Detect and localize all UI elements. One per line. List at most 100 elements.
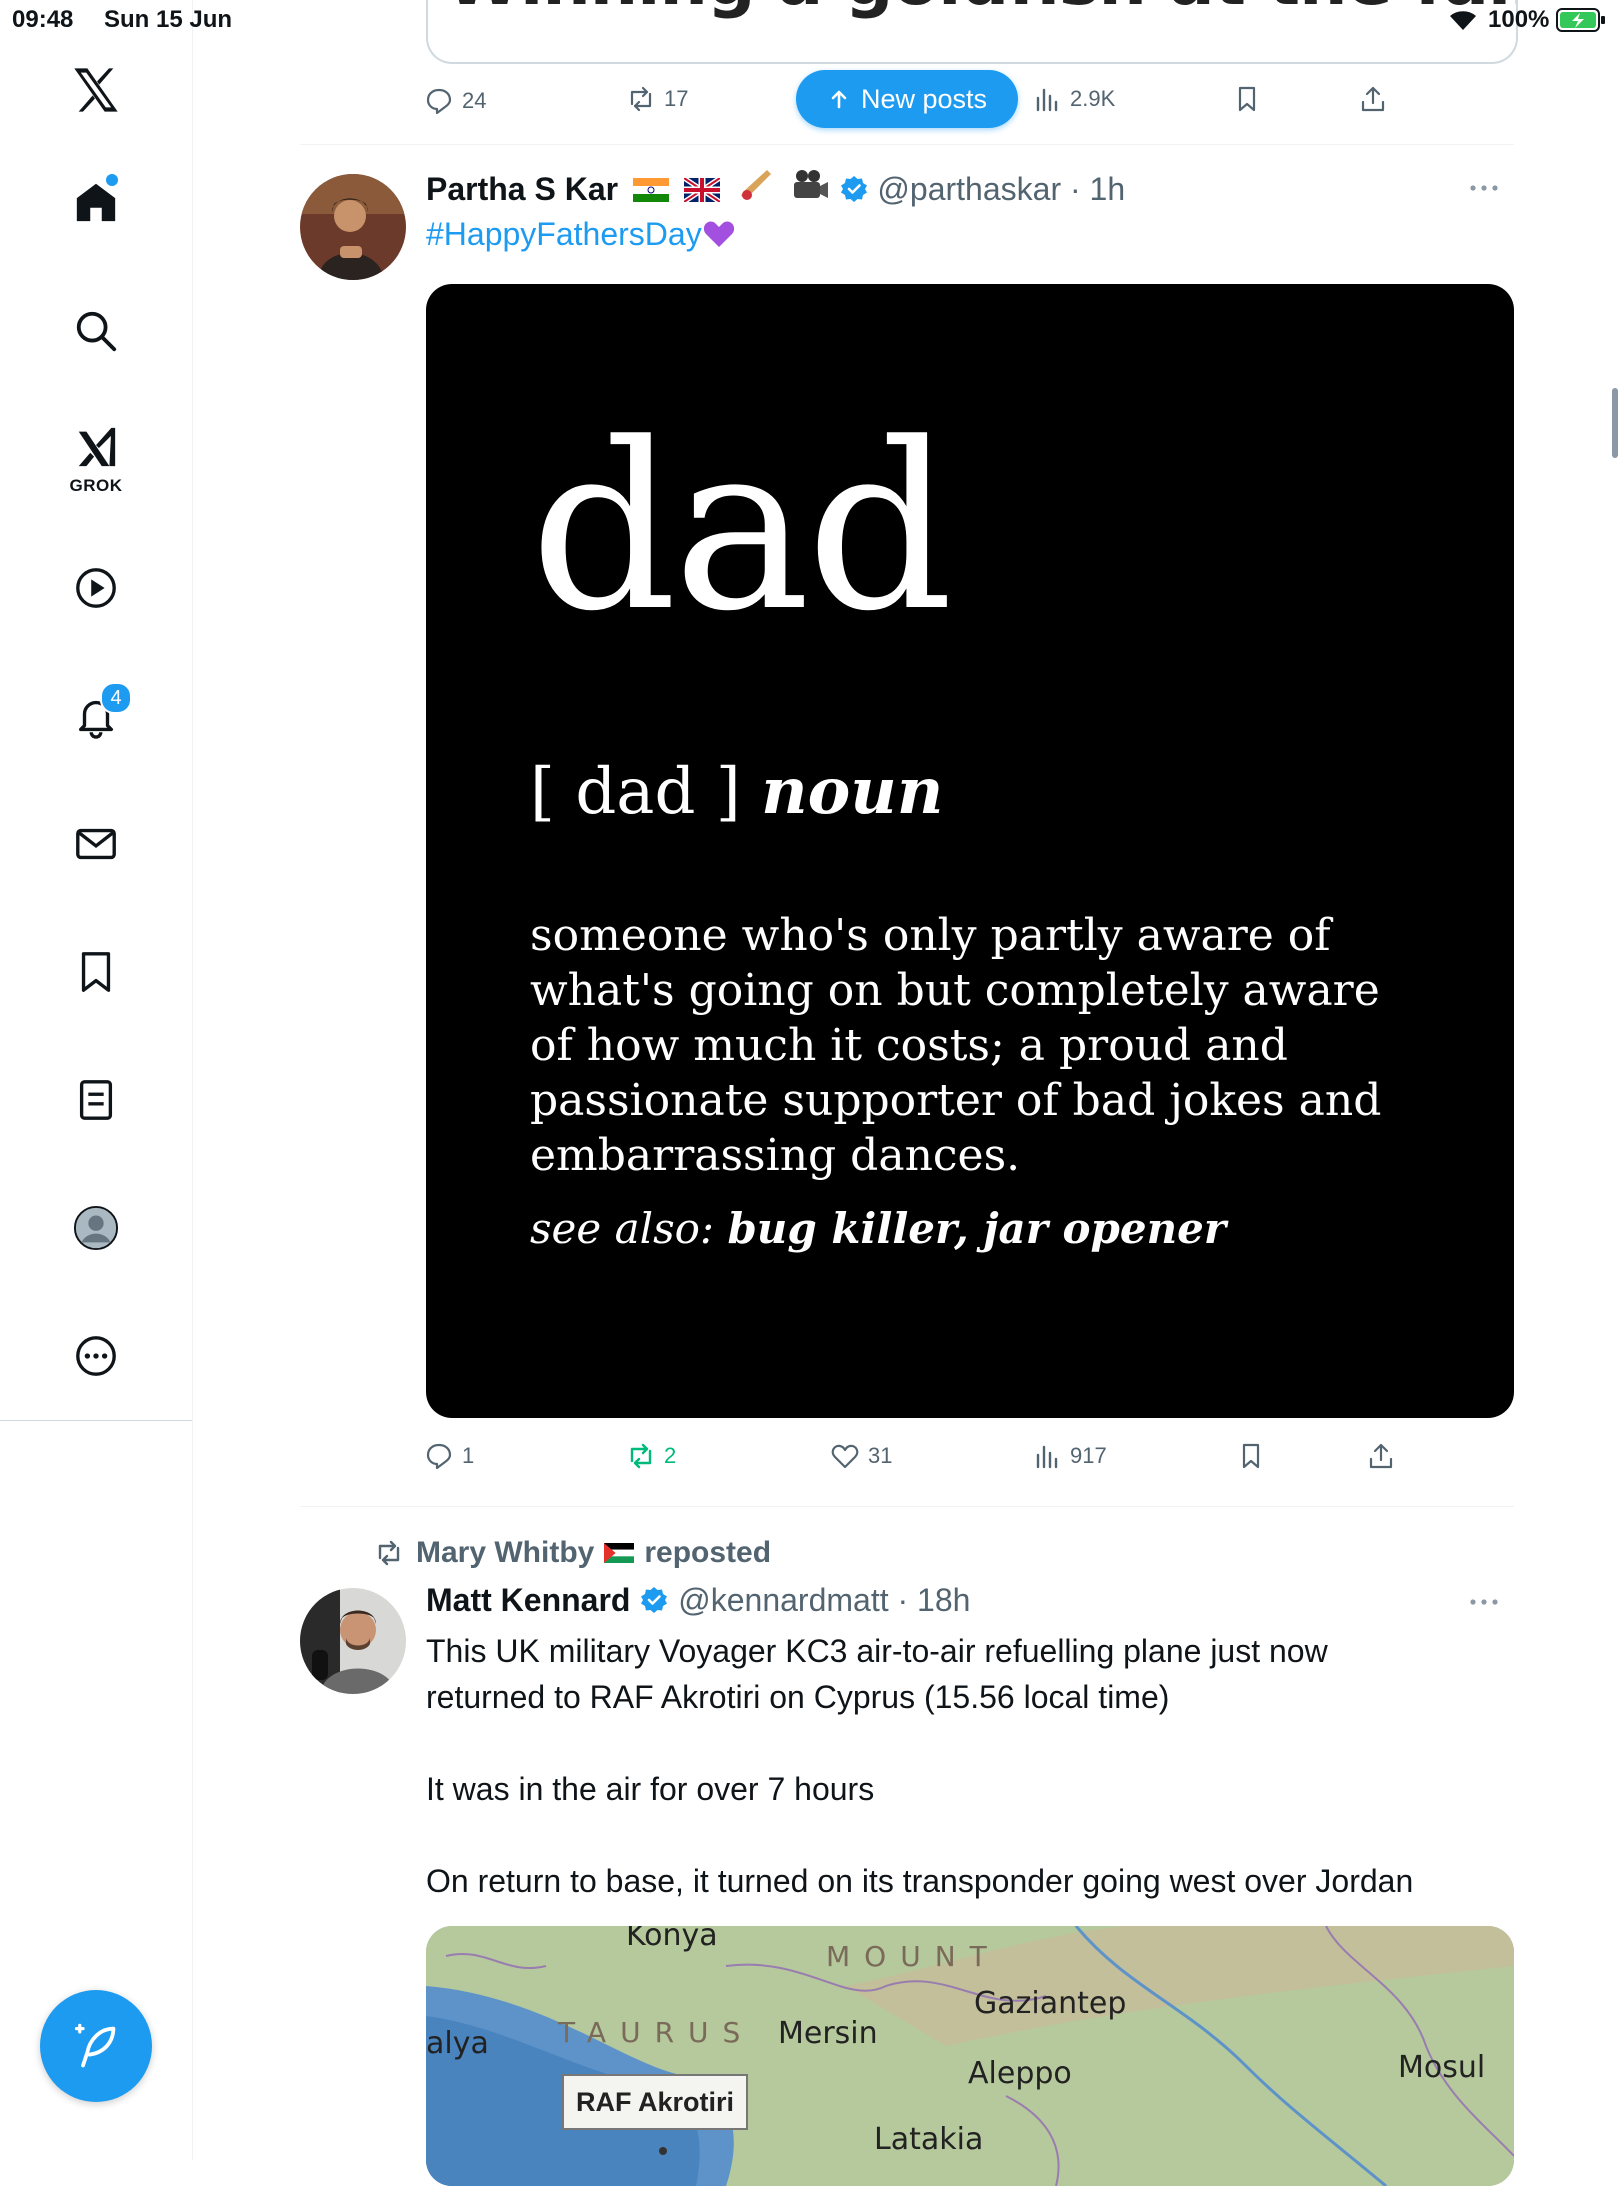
post2-text-line2: returned to RAF Akrotiri on Cyprus (15.5… [426, 1679, 1170, 1715]
map-label-mountains: MOUNT [826, 1940, 1001, 1973]
prev-views-count: 2.9K [1070, 86, 1116, 111]
map-label-mersin: Mersin [778, 2016, 878, 2051]
more-horizontal-icon [1470, 185, 1498, 191]
uk-flag-icon [683, 178, 720, 202]
post2-author: Matt Kennard @kennardmatt · 18h [426, 1582, 971, 1618]
post1-bookmark-button[interactable] [1236, 1441, 1266, 1471]
nav-bookmarks[interactable] [56, 932, 136, 1012]
post1-image[interactable]: dad [ dad ] noun someone who's only part… [426, 284, 1514, 1418]
prev-views-button[interactable]: 2.9K [1032, 84, 1115, 114]
compose-post-button[interactable] [40, 1990, 152, 2102]
nav-profile[interactable] [56, 1188, 136, 1268]
heart-icon [831, 1444, 859, 1469]
post1-handle[interactable]: @parthaskar [877, 171, 1061, 207]
post1-like-count: 31 [868, 1443, 893, 1468]
timeline: Winning a goldfish at the fair! 24 17 2.… [300, 0, 1518, 2186]
post1-time[interactable]: 1h [1090, 171, 1126, 207]
more-horizontal-icon [1470, 1599, 1498, 1605]
status-bar: 09:48 Sun 15 Jun 100% [0, 0, 1620, 40]
share-icon [1369, 1443, 1393, 1469]
status-time: 09:48 [12, 6, 74, 33]
notification-count-badge: 4 [100, 682, 132, 714]
new-posts-pill[interactable]: New posts [796, 70, 1018, 128]
post1-more-button[interactable] [1454, 168, 1514, 208]
post1-hashtag[interactable]: #HappyFathersDay [426, 216, 736, 253]
prev-share-button[interactable] [1358, 84, 1388, 114]
x-logo-icon [74, 68, 118, 112]
map-label-mosul: Mosul [1398, 2050, 1486, 2085]
purple-heart-icon [703, 221, 734, 247]
prev-bookmark-button[interactable] [1232, 84, 1262, 114]
avatar-partha[interactable] [300, 174, 406, 280]
battery-charging-icon [1556, 8, 1605, 32]
cricket-icon [740, 170, 771, 200]
post1-repost-count: 2 [664, 1443, 677, 1468]
views-icon [1036, 1445, 1058, 1469]
post2-author-name[interactable]: Matt Kennard [426, 1582, 630, 1618]
map-label-raf-akrotiri: RAF Akrotiri [562, 2074, 748, 2130]
reposted-by-line[interactable]: Mary Whitby reposted [374, 1536, 771, 1570]
post1-reply-button[interactable]: 1 [424, 1441, 474, 1471]
play-circle-icon [76, 568, 116, 608]
nav-notifications[interactable]: 4 [56, 676, 136, 756]
nav-more[interactable] [56, 1316, 136, 1396]
nav-home[interactable] [56, 162, 136, 242]
prev-repost-button[interactable]: 17 [626, 84, 688, 114]
post-divider [300, 144, 1514, 145]
nav-grok[interactable] [56, 412, 136, 482]
reposted-suffix: reposted [644, 1536, 772, 1569]
post2-text-line1: This UK military Voyager KC3 air-to-air … [426, 1633, 1328, 1669]
repost-icon [630, 1443, 652, 1469]
post1-author-name[interactable]: Partha S Kar [426, 171, 618, 207]
post2-time[interactable]: 18h [917, 1582, 970, 1618]
nav-explore[interactable] [56, 291, 136, 371]
post2-handle[interactable]: @kennardmatt [678, 1582, 888, 1618]
status-date: Sun 15 Jun [104, 6, 233, 33]
x-logo[interactable] [56, 50, 136, 130]
post2-map-image[interactable]: Konya MOUNT Gaziantep TAURUS Mersin alya… [426, 1926, 1514, 2186]
avatar-matt-image [300, 1588, 406, 1694]
post2-more-button[interactable] [1454, 1582, 1514, 1622]
nav-video[interactable] [56, 548, 136, 628]
dad-part-of-speech: noun [761, 754, 944, 829]
map-label-latakia: Latakia [874, 2122, 984, 2157]
map-label-gaziantep: Gaziantep [974, 1986, 1127, 2021]
verified-badge-icon [641, 1587, 668, 1613]
battery-percent: 100% [1488, 6, 1550, 33]
post1-author: Partha S Kar @parthaskar · 1h [426, 168, 1125, 208]
post-divider [300, 1506, 1514, 1507]
arrow-up-icon [831, 90, 847, 109]
nav-lists[interactable] [56, 1060, 136, 1140]
compose-feather-icon [74, 2023, 116, 2068]
dad-pronunciation: [ dad ] noun [530, 754, 944, 829]
repost-icon [378, 1540, 400, 1566]
dad-definition: someone who's only partly aware of what'… [530, 910, 1382, 1181]
movie-camera-icon [793, 170, 828, 198]
scrollbar-thumb[interactable] [1612, 388, 1618, 458]
search-icon [76, 311, 117, 352]
map-label-konya: Konya [626, 1926, 718, 1953]
post1-like-button[interactable]: 31 [830, 1441, 892, 1471]
more-circle-icon [76, 1336, 116, 1376]
repost-icon [630, 86, 652, 112]
profile-avatar-icon [73, 1205, 119, 1251]
grok-label: GROK [69, 476, 123, 495]
post1-repost-button[interactable]: 2 [626, 1441, 676, 1471]
bookmark-icon [1238, 86, 1256, 112]
share-icon [1361, 86, 1385, 112]
map-label-alanya: alya [426, 2026, 489, 2061]
prev-repost-count: 17 [664, 86, 689, 111]
reply-icon [426, 1443, 452, 1470]
new-posts-label: New posts [860, 83, 988, 114]
avatar-matt[interactable] [300, 1588, 406, 1694]
reposted-by-name: Mary Whitby [416, 1536, 595, 1569]
prev-reply-button[interactable]: 24 [424, 86, 486, 116]
nav-messages[interactable] [56, 804, 136, 884]
palestine-flag-icon [604, 1543, 635, 1563]
post1-views-button[interactable]: 917 [1032, 1441, 1107, 1471]
post1-share-button[interactable] [1366, 1441, 1396, 1471]
sidebar: GROK 4 [0, 0, 193, 2160]
dad-see-also-terms: bug killer, jar opener [727, 1204, 1226, 1253]
mail-icon [76, 828, 116, 860]
post1-reply-count: 1 [462, 1443, 475, 1468]
